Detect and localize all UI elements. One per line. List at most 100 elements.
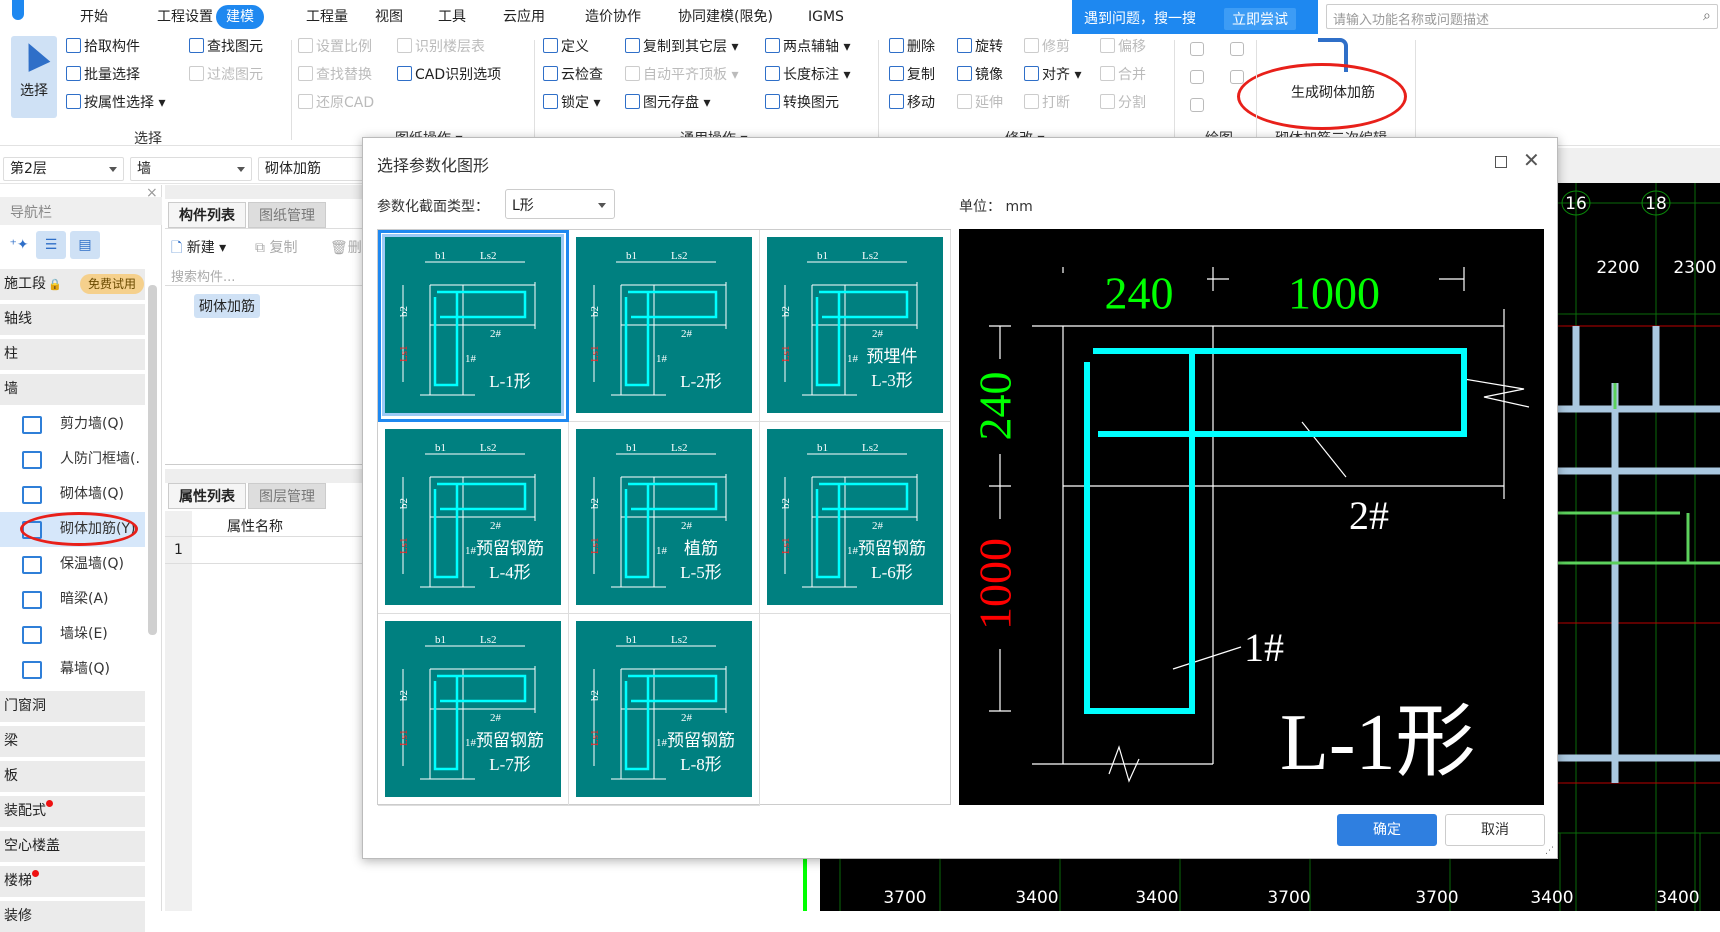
- ribbon-button[interactable]: 自动平齐顶板 ▾: [625, 64, 738, 86]
- component-item[interactable]: 砌体加筋: [194, 294, 260, 318]
- ribbon-button[interactable]: 识别楼层表: [397, 36, 485, 58]
- menu-tab[interactable]: 开始: [70, 5, 118, 29]
- shape-option[interactable]: b1 Ls2 b2 Ls1 2# 1# 预留钢筋 L-7形: [378, 614, 569, 806]
- resize-grip-icon[interactable]: ⋰: [1545, 846, 1554, 856]
- tab-property-list[interactable]: 属性列表: [168, 483, 246, 509]
- nav-category[interactable]: 板: [0, 761, 145, 792]
- ribbon-button[interactable]: 两点辅轴 ▾: [765, 36, 850, 58]
- nav-category[interactable]: 墙: [0, 374, 145, 405]
- nav-category[interactable]: 门窗洞: [0, 691, 145, 722]
- ribbon-button[interactable]: 转换图元: [765, 92, 839, 114]
- ribbon-button[interactable]: 分割: [1100, 92, 1146, 114]
- list-view-icon[interactable]: ☰: [36, 231, 66, 259]
- menu-tab[interactable]: 云应用: [493, 5, 555, 29]
- ribbon-button[interactable]: 过滤图元: [189, 64, 263, 86]
- ribbon-button[interactable]: 镜像: [957, 64, 1003, 86]
- nav-subitem[interactable]: 墙垛(E): [0, 617, 145, 652]
- ribbon-button[interactable]: 复制到其它层 ▾: [625, 36, 738, 58]
- nav-subitem[interactable]: 保温墙(Q): [0, 547, 145, 582]
- nav-category[interactable]: 楼梯: [0, 866, 145, 897]
- draw-tool-icon[interactable]: [1230, 70, 1244, 84]
- select-button[interactable]: 选择: [11, 36, 57, 118]
- nav-subitem[interactable]: 暗梁(A): [0, 582, 145, 617]
- ok-button[interactable]: 确定: [1337, 814, 1437, 846]
- menu-tab[interactable]: IGMS: [798, 5, 854, 29]
- ribbon-button[interactable]: 查找替换: [298, 64, 372, 86]
- ribbon-button[interactable]: 复制: [889, 64, 935, 86]
- ribbon-button[interactable]: 拾取构件: [66, 36, 140, 58]
- ribbon-button[interactable]: 还原CAD: [298, 92, 374, 114]
- shape-option[interactable]: b1 Ls2 b2 Ls1 2# 1# 预留钢筋 L-8形: [569, 614, 760, 806]
- ribbon-button[interactable]: 修剪: [1024, 36, 1070, 58]
- draw-tool-icon[interactable]: [1190, 42, 1204, 56]
- ribbon-button[interactable]: 查找图元: [189, 36, 263, 58]
- floor-select[interactable]: 第2层: [3, 157, 124, 181]
- shape-option[interactable]: b1 Ls2 b2 Ls1 2# 1# L-1形: [378, 230, 569, 422]
- ribbon-button[interactable]: 图元存盘 ▾: [625, 92, 710, 114]
- section-type-select[interactable]: L形: [505, 189, 615, 219]
- ribbon-button[interactable]: 锁定 ▾: [543, 92, 600, 114]
- draw-tool-icon[interactable]: [1230, 42, 1244, 56]
- ribbon-button[interactable]: 合并: [1100, 64, 1146, 86]
- ribbon-button[interactable]: 偏移: [1100, 36, 1146, 58]
- nav-scrollbar[interactable]: [148, 285, 157, 635]
- menu-tab[interactable]: 工程设置: [147, 5, 223, 29]
- nav-item-construction-stage[interactable]: 施工段 🔒 免费试用: [0, 269, 145, 300]
- ribbon-button[interactable]: 云检查: [543, 64, 603, 86]
- component-search-input[interactable]: 搜索构件...: [171, 266, 235, 285]
- nav-category[interactable]: 柱: [0, 339, 145, 370]
- maximize-icon[interactable]: [1495, 156, 1507, 168]
- ribbon-button[interactable]: 长度标注 ▾: [765, 64, 850, 86]
- shape-option[interactable]: b1 Ls2 b2 Ls1 2# 1# 预留钢筋 L-6形: [760, 422, 951, 614]
- shape-option[interactable]: b1 Ls2 b2 Ls1 2# 1# L-2形: [569, 230, 760, 422]
- ribbon-button[interactable]: CAD识别选项: [397, 64, 501, 86]
- draw-tool-icon[interactable]: [1190, 70, 1204, 84]
- nav-category[interactable]: 轴线: [0, 304, 145, 335]
- tab-component-list[interactable]: 构件列表: [168, 202, 246, 228]
- nav-category[interactable]: 空心楼盖: [0, 831, 145, 862]
- free-trial-badge[interactable]: 免费试用: [80, 274, 145, 294]
- ribbon-button[interactable]: 旋转: [957, 36, 1003, 58]
- nav-subitem[interactable]: 人防门框墙(.: [0, 442, 145, 477]
- nav-subitem[interactable]: 砌体墙(Q): [0, 477, 145, 512]
- nav-category[interactable]: 梁: [0, 726, 145, 757]
- add-icon[interactable]: ⁺✦: [4, 231, 34, 259]
- cancel-button[interactable]: 取消: [1445, 814, 1545, 846]
- menu-tab[interactable]: 建模: [216, 5, 264, 29]
- try-now-button[interactable]: 立即尝试: [1224, 8, 1296, 30]
- ribbon-button[interactable]: 定义: [543, 36, 589, 58]
- ribbon-button[interactable]: 设置比例: [298, 36, 372, 58]
- delete-button[interactable]: 🗑删: [330, 237, 362, 257]
- close-icon[interactable]: ✕: [1523, 148, 1540, 172]
- nav-category[interactable]: 装修: [0, 901, 145, 932]
- copy-button[interactable]: ⧉ 复制: [255, 237, 297, 257]
- shape-option[interactable]: b1 Ls2 b2 Ls1 2# 1# 预留钢筋 L-4形: [378, 422, 569, 614]
- draw-tool-icon[interactable]: [1190, 98, 1204, 112]
- ribbon-button[interactable]: 打断: [1024, 92, 1070, 114]
- menu-tab[interactable]: 工程量: [296, 5, 358, 29]
- ribbon-button[interactable]: 延伸: [957, 92, 1003, 114]
- ribbon-button[interactable]: 按属性选择 ▾: [66, 92, 165, 114]
- component-select[interactable]: 砌体加筋: [258, 157, 378, 181]
- shape-option[interactable]: b1 Ls2 b2 Ls1 2# 1# 预埋件 L-3形: [760, 230, 951, 422]
- shape-option[interactable]: b1 Ls2 b2 Ls1 2# 1# 植筋 L-5形: [569, 422, 760, 614]
- tab-layer-management[interactable]: 图层管理: [248, 483, 326, 509]
- nav-subitem[interactable]: 剪力墙(Q): [0, 407, 145, 442]
- app-logo-icon[interactable]: [12, 0, 24, 20]
- function-search-input[interactable]: 请输入功能名称或问题描述: [1326, 4, 1718, 29]
- menu-tab[interactable]: 工具: [428, 5, 476, 29]
- nav-category[interactable]: 装配式: [0, 796, 145, 827]
- search-icon[interactable]: ⌕: [1703, 8, 1711, 24]
- new-button[interactable]: 🗋 新建 ▾: [171, 237, 226, 261]
- menu-tab[interactable]: 造价协作: [575, 5, 651, 29]
- ribbon-button[interactable]: 移动: [889, 92, 935, 114]
- ribbon-button[interactable]: 对齐 ▾: [1024, 64, 1081, 86]
- ribbon-button[interactable]: 删除: [889, 36, 935, 58]
- tab-drawing-management[interactable]: 图纸管理: [248, 202, 326, 228]
- menu-tab[interactable]: 视图: [365, 5, 413, 29]
- ribbon-button[interactable]: 批量选择: [66, 64, 140, 86]
- nav-subitem[interactable]: 幕墙(Q): [0, 652, 145, 687]
- detail-view-icon[interactable]: ▤: [70, 231, 100, 259]
- element-type-select[interactable]: 墙: [130, 157, 252, 181]
- menu-tab[interactable]: 协同建模(限免): [668, 5, 783, 29]
